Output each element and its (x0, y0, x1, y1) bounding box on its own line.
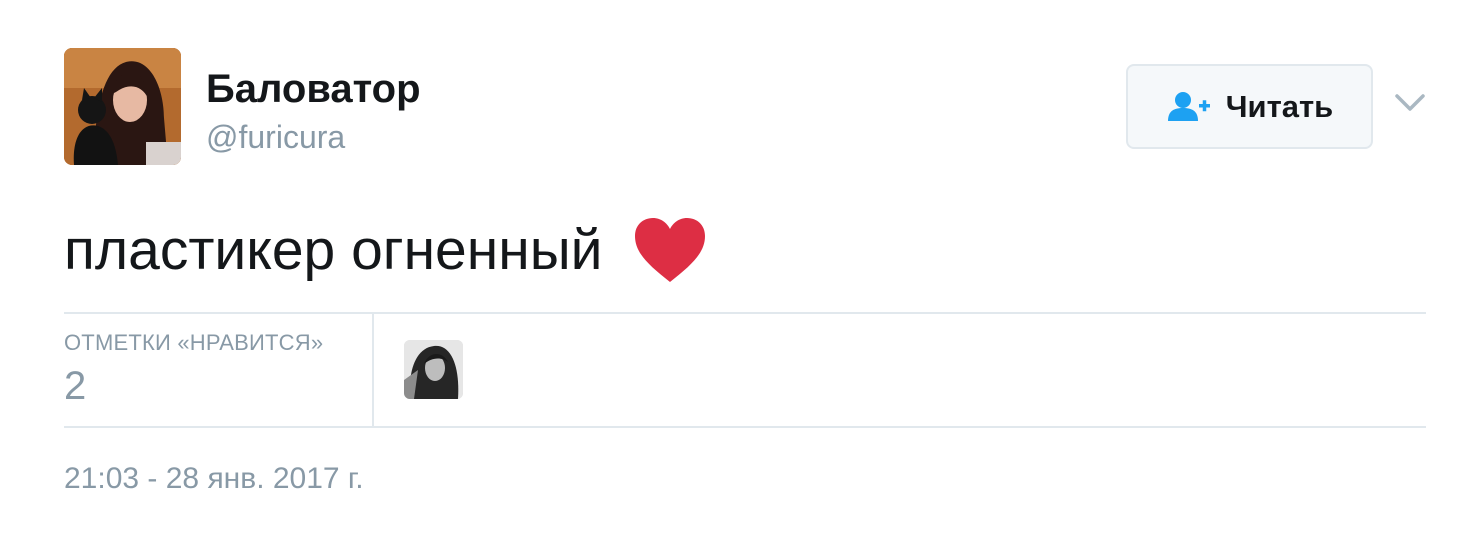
tweet-timestamp[interactable]: 21:03 - 28 янв. 2017 г. (64, 462, 364, 496)
chevron-down-icon[interactable] (1394, 92, 1426, 114)
liker-avatar-image (404, 340, 463, 399)
likes-count[interactable]: 2 (64, 362, 86, 410)
author-display-name[interactable]: Баловатор (206, 66, 421, 112)
tweet-text-content: пластикер огненный (64, 218, 603, 282)
liker-avatar[interactable] (404, 340, 463, 399)
stats-separator (372, 314, 374, 426)
follow-button[interactable]: Читать (1126, 64, 1373, 149)
avatar-image (64, 48, 181, 165)
likes-label[interactable]: ОТМЕТКИ «НРАВИТСЯ» (64, 330, 323, 356)
follow-button-label: Читать (1225, 88, 1334, 124)
heart-icon (634, 218, 705, 282)
tweet-text: пластикер огненный (64, 200, 707, 300)
divider (64, 312, 1426, 314)
divider (64, 426, 1426, 428)
author-avatar[interactable] (64, 48, 181, 165)
follow-user-icon (1167, 91, 1210, 121)
author-username[interactable]: @furicura (206, 117, 345, 157)
